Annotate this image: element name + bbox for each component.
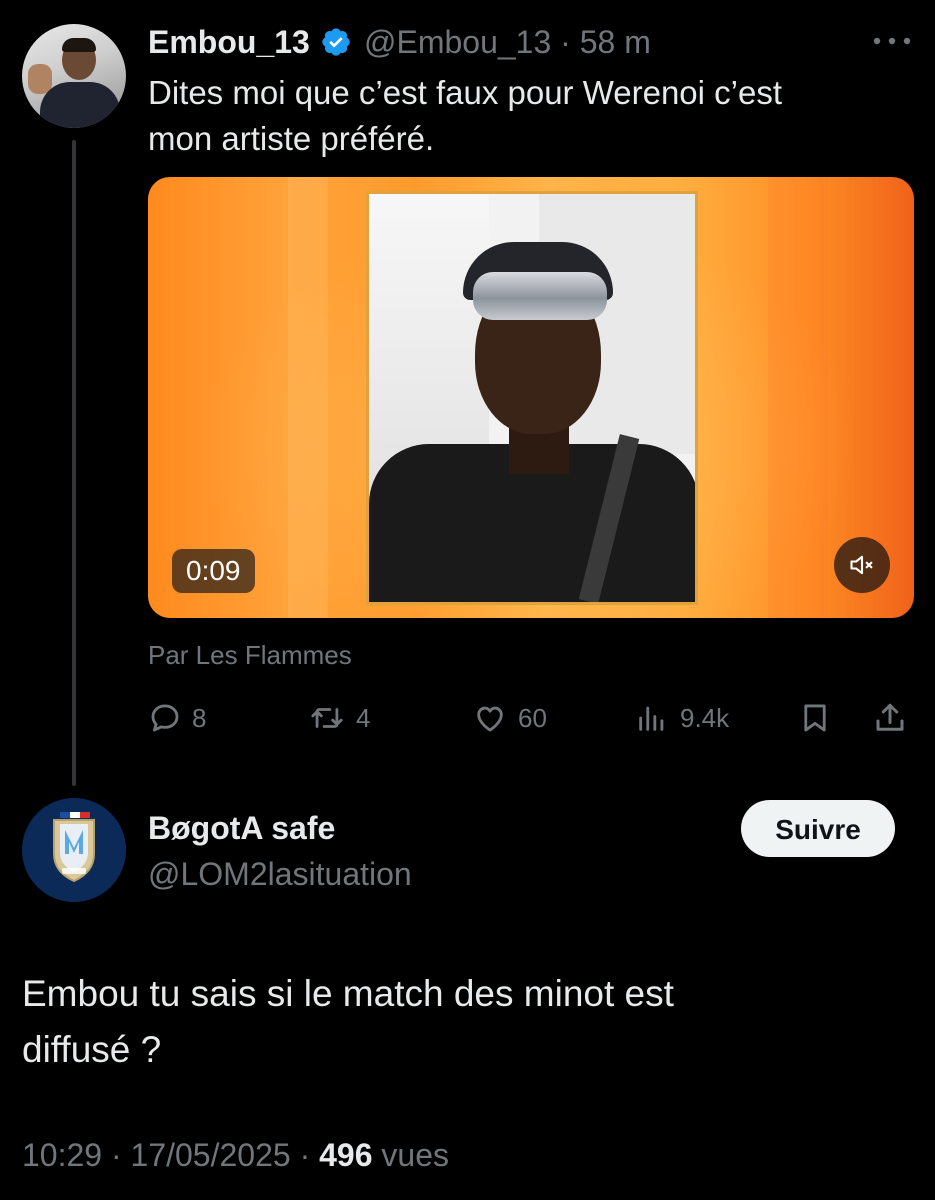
reply-text: Embou tu sais si le match des minot est …: [22, 973, 674, 1070]
follow-button[interactable]: Suivre: [741, 800, 895, 857]
mute-button[interactable]: [834, 537, 890, 593]
repost-button[interactable]: 4: [308, 698, 370, 738]
club-crest-icon: [22, 798, 126, 902]
views-count: 9.4k: [680, 702, 730, 733]
like-icon: [477, 706, 503, 732]
reply-author-handle[interactable]: @LOM2lasituation: [148, 856, 412, 893]
views-count: 496: [319, 1137, 373, 1173]
bookmark-icon: [804, 704, 826, 732]
video-duration: 0:09: [172, 549, 255, 593]
thread-connector-line: [72, 140, 76, 786]
verified-icon: [322, 28, 350, 56]
like-count: 60: [518, 702, 547, 733]
video-source-attribution[interactable]: Par Les Flammes: [148, 640, 352, 671]
avatar[interactable]: [22, 798, 126, 902]
avatar[interactable]: [22, 24, 126, 128]
author-name[interactable]: Embou_13: [148, 24, 310, 61]
reply-button[interactable]: 8: [148, 698, 206, 738]
reply-count: 8: [192, 702, 207, 733]
views-label: vues: [372, 1137, 449, 1173]
repost-icon: [311, 708, 343, 728]
more-icon[interactable]: [872, 36, 912, 46]
timestamp[interactable]: 10:29 · 17/05/2025 ·: [22, 1137, 319, 1173]
reply-author-name[interactable]: BøgotA safe: [148, 810, 335, 847]
repost-count: 4: [356, 702, 371, 733]
reply-icon: [151, 704, 179, 732]
bookmark-button[interactable]: [798, 698, 832, 738]
mute-icon: [850, 555, 873, 575]
share-icon: [876, 703, 904, 731]
handle-and-timestamp[interactable]: @Embou_13 · 58 m: [364, 24, 651, 61]
share-button[interactable]: [872, 698, 908, 738]
tweet-text: Dites moi que c’est faux pour Werenoi c’…: [148, 74, 783, 157]
video-frame: [366, 191, 698, 605]
video-player[interactable]: 0:09: [148, 177, 914, 618]
timestamp-and-views: 10:29 · 17/05/2025 · 496 vues: [22, 1137, 449, 1174]
views-button[interactable]: 9.4k: [634, 698, 729, 738]
views-icon: [639, 706, 664, 731]
like-button[interactable]: 60: [472, 698, 547, 738]
